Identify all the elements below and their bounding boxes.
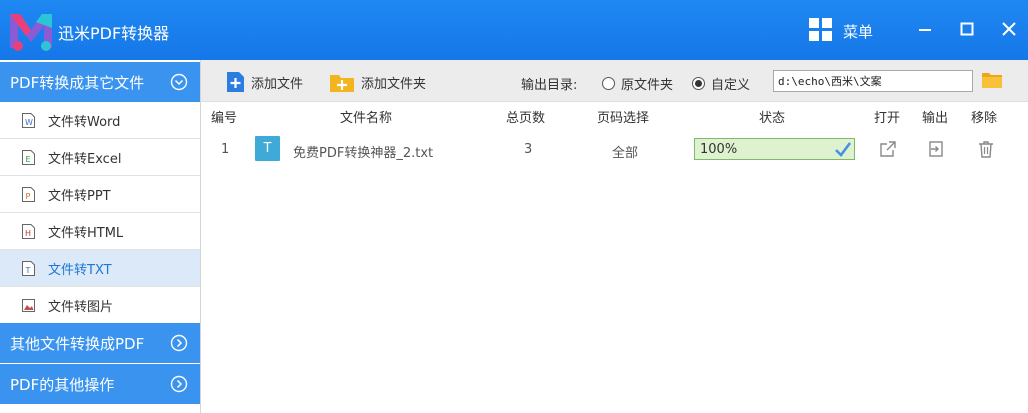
header-page-range: 页码选择 [597, 111, 650, 126]
menu-button[interactable]: 菜单 [843, 21, 873, 42]
svg-text:W: W [25, 118, 33, 127]
radio-original-folder[interactable]: 原文件夹 [602, 74, 673, 93]
sidebar-item-label: 文件转HTML [48, 225, 124, 241]
file-table: 编号 文件名称 总页数 页码选择 状态 打开 输出 移除 1 T 免费PDF转换… [201, 102, 1028, 413]
header-total-pages: 总页数 [506, 111, 546, 126]
export-icon[interactable] [926, 139, 946, 159]
html-file-icon: H [22, 223, 35, 239]
progress-bar: 100% [694, 138, 855, 160]
row-page-range[interactable]: 全部 [612, 142, 638, 161]
minimize-button[interactable] [910, 14, 940, 44]
sidebar-item-label: 文件转PPT [48, 188, 111, 204]
sidebar-item-ppt[interactable]: P 文件转PPT [0, 176, 200, 213]
sidebar-item-excel[interactable]: E 文件转Excel [0, 139, 200, 176]
txt-file-icon: T [22, 260, 35, 276]
add-file-button[interactable]: 添加文件 [226, 70, 303, 94]
sidebar-item-label: 文件转图片 [48, 299, 114, 315]
menu-grid-icon[interactable] [809, 18, 832, 41]
folder-browse-icon[interactable] [981, 71, 1003, 89]
close-icon [1002, 22, 1016, 36]
close-button[interactable] [994, 14, 1024, 44]
sidebar: PDF转换成其它文件 W 文件转Word E 文件转Excel P 文件转PPT… [0, 60, 201, 413]
sidebar-group-label: PDF转换成其它文件 [10, 73, 145, 92]
add-folder-icon [330, 75, 354, 92]
radio-label: 自定义 [711, 78, 751, 93]
sidebar-group-pdf-to-other[interactable]: PDF转换成其它文件 [0, 62, 200, 102]
add-file-icon [227, 72, 244, 92]
sidebar-group-label: PDF的其他操作 [10, 375, 115, 394]
maximize-icon [960, 22, 974, 36]
trash-icon[interactable] [976, 139, 996, 159]
title-bar: 迅米PDF转换器 菜单 [0, 0, 1028, 60]
sidebar-group-pdf-other-ops[interactable]: PDF的其他操作 [0, 364, 200, 404]
sidebar-item-html[interactable]: H 文件转HTML [0, 213, 200, 250]
svg-text:H: H [25, 229, 31, 238]
header-status: 状态 [759, 111, 786, 126]
radio-custom-folder[interactable]: 自定义 [692, 74, 750, 93]
output-dir-label: 输出目录: [521, 78, 578, 93]
header-export: 输出 [922, 111, 949, 126]
add-folder-label: 添加文件夹 [361, 76, 427, 92]
check-icon [835, 142, 852, 157]
radio-circle-selected [692, 77, 705, 90]
header-remove: 移除 [971, 111, 998, 126]
sidebar-item-txt[interactable]: T 文件转TXT [0, 250, 200, 287]
add-folder-button[interactable]: 添加文件夹 [329, 70, 426, 94]
output-path-input[interactable] [773, 70, 973, 92]
chevron-right-icon [170, 375, 188, 393]
sidebar-item-word[interactable]: W 文件转Word [0, 102, 200, 139]
sidebar-item-label: 文件转Excel [48, 151, 122, 167]
svg-text:P: P [26, 192, 31, 201]
sidebar-item-image[interactable]: 文件转图片 [0, 287, 200, 324]
sidebar-group-label: 其他文件转换成PDF [10, 334, 145, 353]
header-open: 打开 [874, 111, 901, 126]
ppt-file-icon: P [22, 186, 35, 202]
header-file-name: 文件名称 [340, 111, 393, 126]
add-file-label: 添加文件 [251, 76, 304, 92]
app-title: 迅米PDF转换器 [58, 24, 170, 43]
toolbar: 添加文件 添加文件夹 输出目录: 原文件夹 自定义 [201, 60, 1028, 102]
image-file-icon [22, 298, 35, 312]
radio-circle [602, 77, 615, 90]
txt-type-icon: T [255, 136, 280, 161]
sidebar-item-label: 文件转TXT [48, 262, 112, 278]
word-file-icon: W [22, 112, 35, 128]
radio-label: 原文件夹 [621, 78, 674, 93]
app-logo-icon [10, 14, 52, 51]
row-file-name: 免费PDF转换神器_2.txt [293, 146, 434, 161]
excel-file-icon: E [22, 149, 35, 165]
row-total-pages: 3 [524, 142, 533, 157]
progress-text: 100% [700, 142, 738, 157]
maximize-button[interactable] [952, 14, 982, 44]
header-index: 编号 [211, 111, 238, 126]
sidebar-group-other-to-pdf[interactable]: 其他文件转换成PDF [0, 323, 200, 363]
sidebar-item-label: 文件转Word [48, 114, 121, 130]
chevron-right-icon [170, 334, 188, 352]
row-index: 1 [221, 142, 230, 157]
open-external-icon[interactable] [878, 139, 898, 159]
svg-text:T: T [25, 266, 31, 275]
chevron-down-icon [170, 73, 188, 91]
minimize-icon [919, 29, 931, 31]
svg-text:E: E [26, 155, 31, 164]
